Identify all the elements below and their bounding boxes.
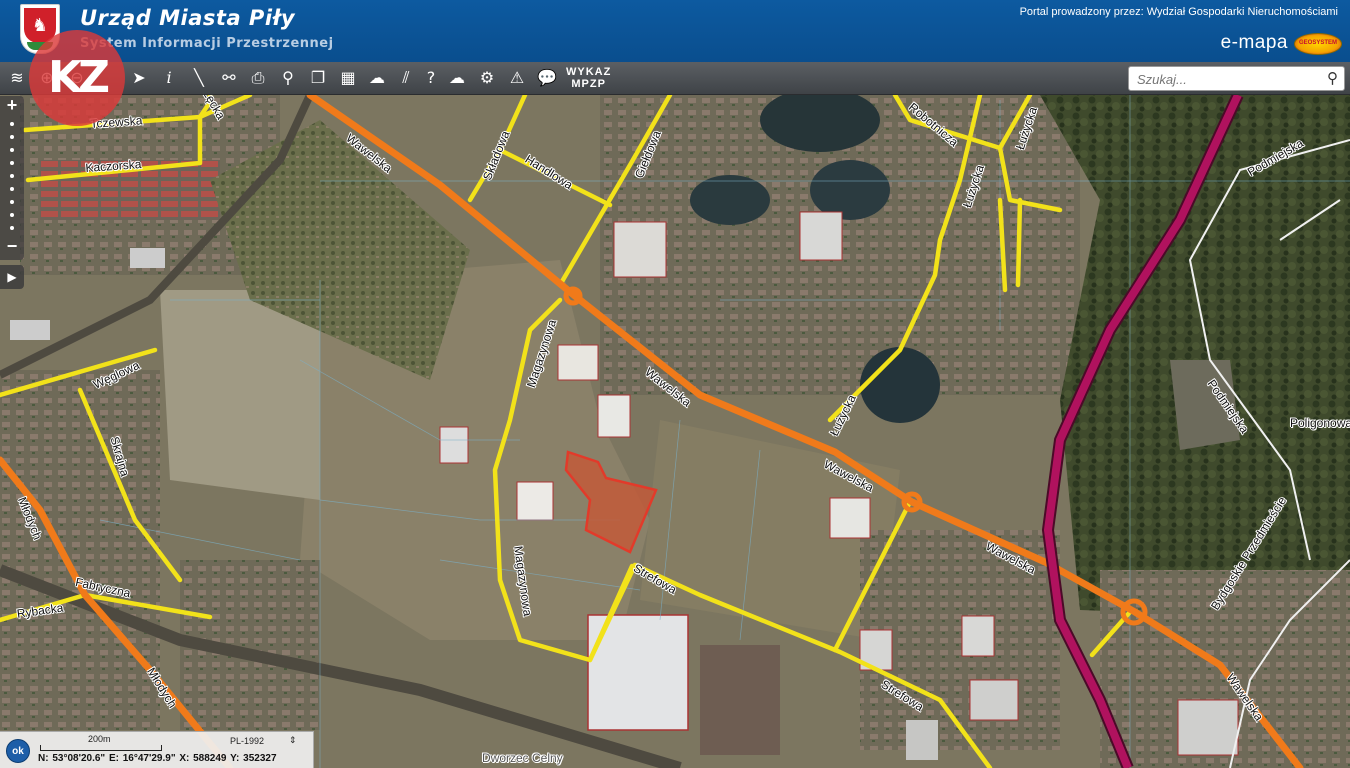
warning-icon[interactable]: ⚠ bbox=[506, 67, 528, 89]
ok-button[interactable]: ok bbox=[6, 739, 30, 763]
place-label: Dworzec Celny bbox=[482, 751, 563, 765]
crs-dropdown-icon[interactable]: ⇕ bbox=[289, 735, 297, 746]
layout-icon[interactable]: ▦ bbox=[337, 67, 359, 89]
wykaz-mpzp-button[interactable]: WYKAZ MPZP bbox=[566, 66, 611, 90]
map-canvas[interactable] bbox=[0, 95, 1350, 768]
search-input[interactable] bbox=[1137, 70, 1317, 88]
expand-panel-icon[interactable]: ▶ bbox=[0, 265, 24, 289]
geosystem-logo: GEOSYSTEM bbox=[1294, 33, 1342, 55]
layers-icon[interactable]: ≋ bbox=[6, 67, 28, 89]
portal-info: Portal prowadzony przez: Wydział Gospoda… bbox=[1019, 6, 1338, 18]
print-icon[interactable]: ⎙ bbox=[247, 67, 269, 89]
kz-watermark-logo: KZ bbox=[29, 30, 125, 126]
zoom-bar: + − bbox=[0, 95, 24, 260]
coordinate-panel: ok 200m PL-1992 ⇕ N: 53°08'20.6" E: 16°4… bbox=[0, 731, 314, 768]
emapa-brand: e-mapa bbox=[1220, 32, 1288, 53]
cloud-icon[interactable]: ☁ bbox=[446, 67, 468, 89]
comment-icon[interactable]: 💬 bbox=[536, 67, 558, 89]
settings-icon[interactable]: ⚙ bbox=[476, 67, 498, 89]
help-icon[interactable]: ? bbox=[420, 67, 442, 89]
scale-bar bbox=[40, 745, 162, 751]
hatch-icon[interactable]: ⫽ bbox=[395, 67, 417, 89]
header: ♞ Urząd Miasta Piły System Informacji Pr… bbox=[0, 0, 1350, 62]
app-title: Urząd Miasta Piły bbox=[80, 6, 296, 30]
zoom-in-button[interactable]: + bbox=[0, 95, 24, 116]
info-icon[interactable]: i bbox=[158, 67, 180, 89]
search-box: ⚲ bbox=[1128, 66, 1345, 91]
scale-label: 200m bbox=[88, 734, 111, 744]
zoom-out-button[interactable]: − bbox=[0, 236, 24, 257]
measure-icon[interactable]: ╲ bbox=[188, 67, 210, 89]
search-icon[interactable]: ⚲ bbox=[1327, 69, 1338, 87]
street-label: Poligonowa bbox=[1290, 416, 1350, 430]
shape-icon[interactable]: ☁ bbox=[366, 67, 388, 89]
crs-select[interactable]: PL-1992 bbox=[230, 736, 264, 746]
coordinates-readout: N: 53°08'20.6" E: 16°47'29.9" X: 588249 … bbox=[38, 753, 277, 764]
locate-icon[interactable]: ⚲ bbox=[277, 67, 299, 89]
link-icon[interactable]: ⚯ bbox=[218, 67, 240, 89]
app-subtitle: System Informacji Przestrzennej bbox=[80, 36, 334, 51]
map-view[interactable]: Wawelska Wawelska Wawelska Wawelska Wawe… bbox=[0, 95, 1350, 768]
pointer-icon[interactable]: ➤ bbox=[128, 67, 150, 89]
copy-icon[interactable]: ❐ bbox=[307, 67, 329, 89]
